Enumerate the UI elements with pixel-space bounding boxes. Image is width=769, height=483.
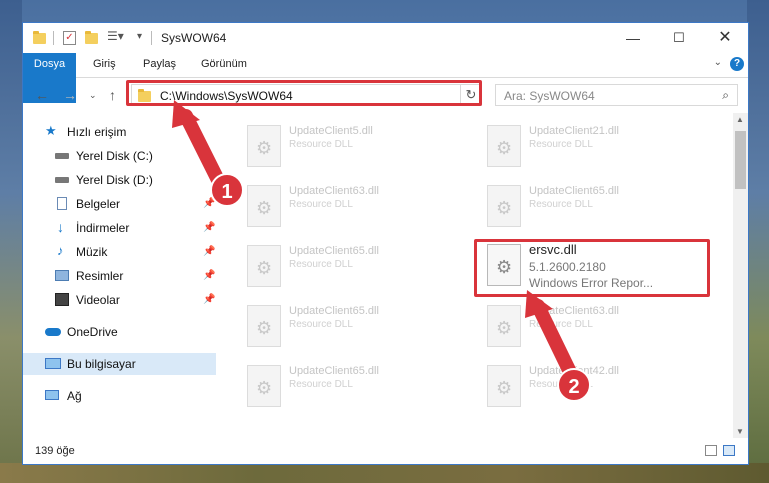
step-two-badge: 2 xyxy=(557,368,591,402)
step-one-badge: 1 xyxy=(210,173,244,207)
callout-arrows xyxy=(172,100,577,379)
